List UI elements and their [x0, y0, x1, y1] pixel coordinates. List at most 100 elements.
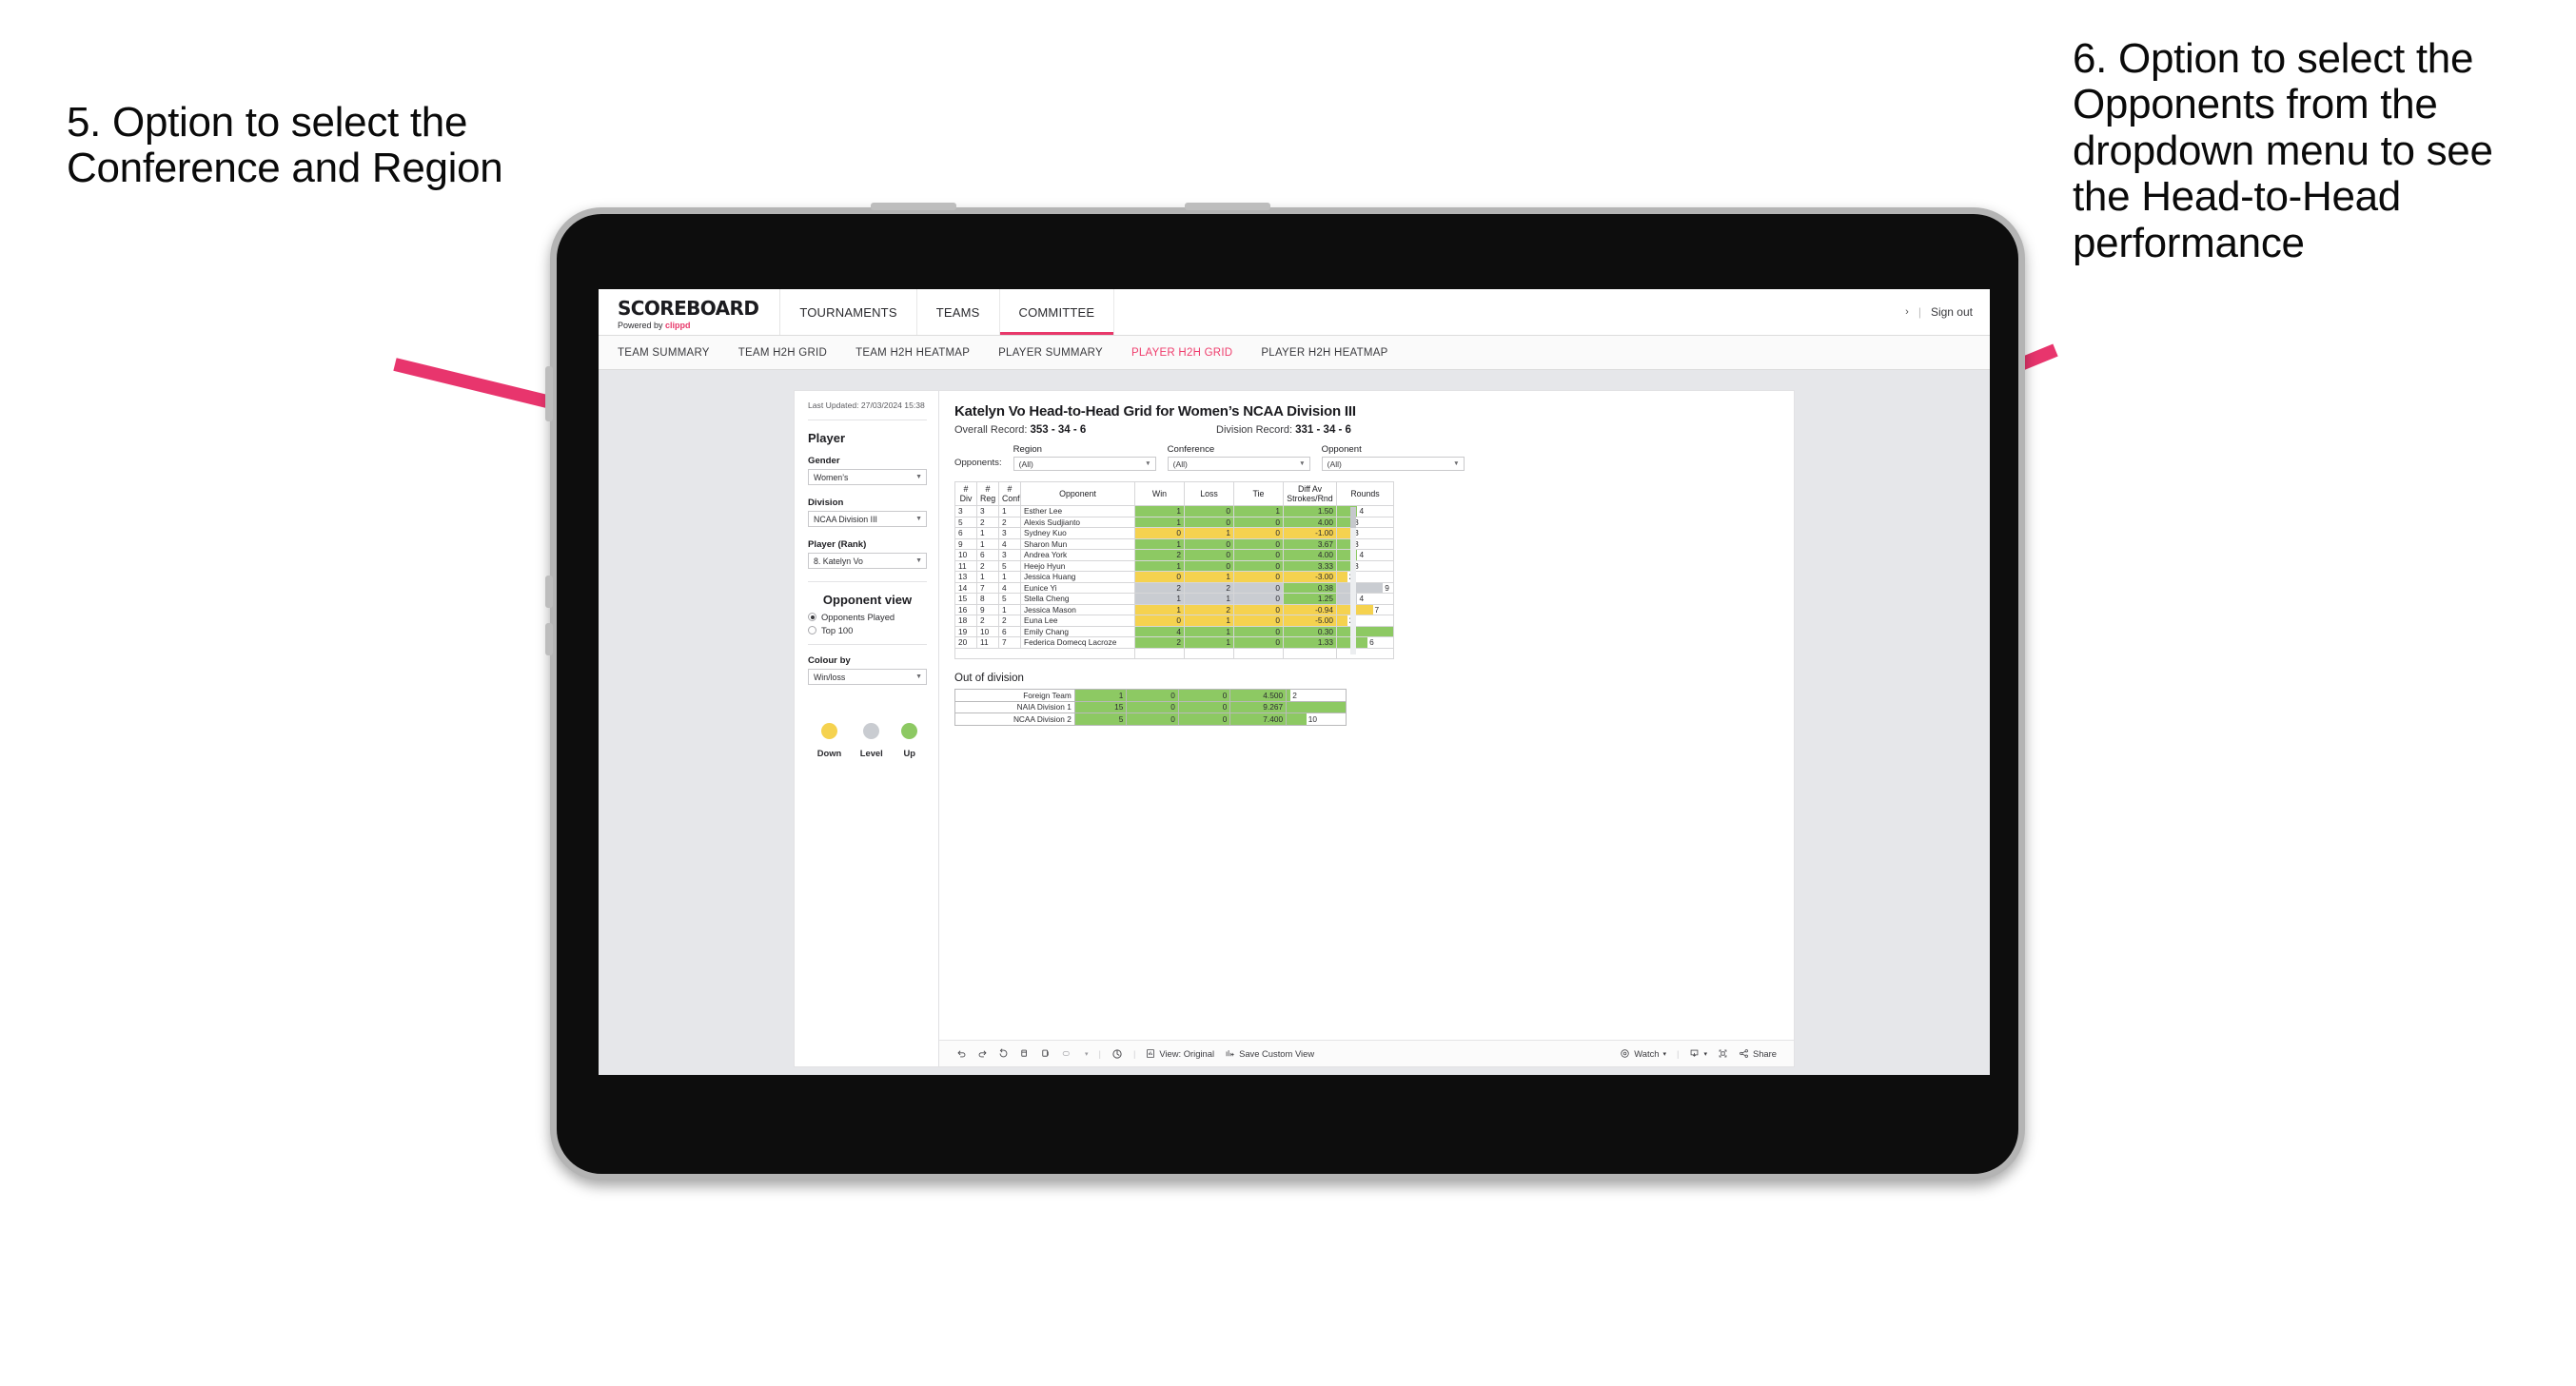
cell-loss: 0 [1184, 559, 1234, 572]
col-header-diff[interactable]: Diff Av Strokes/Rnd [1283, 481, 1337, 506]
col-header-conf[interactable]: # Conf [998, 481, 1021, 506]
fullscreen-icon[interactable] [1718, 1048, 1728, 1059]
chevron-right-icon[interactable]: › [1905, 306, 1909, 318]
table-row[interactable]: 1311Jessica Huang010-3.002 [954, 571, 1394, 583]
pause-dropdown-caret[interactable]: ▾ [1085, 1050, 1089, 1058]
table-row[interactable]: 3 3 1 Esther Lee 1 0 1 1.50 4 [954, 505, 1394, 517]
conference-filter-label: Conference [1167, 444, 1215, 455]
table-row[interactable]: 5 2 2 Alexis Sudjianto 1 0 0 4.00 3 [954, 516, 1394, 528]
table-row[interactable]: 14 7 4 Eunice Yi 2 2 0 0.38 9 [954, 581, 1394, 594]
out-of-division-row[interactable]: NCAA Division 2 5 0 0 7.400 10 [954, 713, 1347, 726]
legend-dot-level [863, 723, 880, 740]
opponents-filter-label: Opponents: [954, 458, 1002, 468]
pause-auto-update-icon[interactable] [1061, 1048, 1074, 1059]
undo-icon[interactable] [956, 1048, 967, 1059]
nav-item-committee[interactable]: COMMITTEE [999, 289, 1115, 335]
radio-top-100[interactable]: Top 100 [808, 625, 927, 635]
out-of-division-row[interactable]: Foreign Team 1 0 0 4.500 2 [954, 689, 1347, 702]
chevron-down-icon: ▼ [1453, 460, 1460, 467]
table-row[interactable]: 11 2 5 Heejo Hyun 1 0 0 3.33 3 [954, 559, 1394, 572]
cell-reg: 6 [976, 549, 999, 561]
volume-up-button[interactable] [545, 576, 553, 608]
ood-cell-rounds: 30 [1286, 700, 1347, 713]
refresh-icon[interactable] [1019, 1048, 1030, 1059]
region-filter-select[interactable]: (All) ▼ [1013, 457, 1156, 471]
share-button[interactable]: Share [1739, 1048, 1777, 1059]
power-button[interactable] [545, 366, 553, 421]
rounds-value: 6 [1369, 637, 1374, 648]
volume-down-button[interactable] [545, 623, 553, 655]
highlight-icon[interactable] [1111, 1048, 1123, 1060]
cell-opponent: Sydney Kuo [1020, 527, 1135, 539]
table-row[interactable]: 10 6 3 Andrea York 2 0 0 4.00 4 [954, 549, 1394, 561]
rounds-value: 11 [1393, 627, 1394, 636]
table-row[interactable]: 20 11 7 Federica Domecq Lacroze 2 1 0 1.33 6 [954, 636, 1394, 649]
conference-filter-select[interactable]: (All) ▼ [1167, 457, 1310, 471]
col-header-tie[interactable]: Tie [1233, 481, 1284, 506]
tab-player-h2h-heatmap[interactable]: PLAYER H2H HEATMAP [1261, 347, 1387, 359]
col-header-reg[interactable]: # Reg [976, 481, 999, 506]
table-row[interactable]: 9 1 4 Sharon Mun 1 0 0 3.67 3 [954, 537, 1394, 550]
watch-caret: ▾ [1662, 1050, 1667, 1058]
download-icon [1689, 1048, 1700, 1059]
cell-rounds: 4 [1336, 549, 1394, 561]
rounds-bar [1337, 582, 1384, 593]
legend-item-up: Up [901, 723, 918, 758]
cell-div: 16 [954, 603, 977, 615]
colour-by-select[interactable]: Win/loss ▼ [808, 669, 927, 686]
col-header-loss[interactable]: Loss [1184, 481, 1234, 506]
cell-reg: 1 [976, 571, 999, 583]
ood-cell-loss: 0 [1126, 713, 1179, 726]
col-header-div[interactable]: # Div [954, 481, 977, 506]
cell-tie: 0 [1233, 593, 1284, 605]
brand-title: SCOREBOARD [618, 297, 759, 320]
save-custom-view-button[interactable]: Save Custom View [1225, 1048, 1314, 1059]
nav-item-teams[interactable]: TEAMS [917, 289, 1000, 335]
table-row[interactable]: 1822Euna Lee010-5.002 [954, 615, 1394, 627]
colour-by-value: Win/loss [814, 672, 846, 682]
pause-refresh-icon[interactable] [1040, 1048, 1051, 1059]
table-row[interactable]: 15 8 5 Stella Cheng 1 1 0 1.25 4 [954, 593, 1394, 605]
cell-rounds: 3 [1336, 559, 1394, 572]
nav-item-tournaments[interactable]: TOURNAMENTS [780, 289, 917, 335]
tab-team-h2h-heatmap[interactable]: TEAM H2H HEATMAP [855, 347, 970, 359]
scrollbar-thumb[interactable] [1350, 507, 1356, 528]
opponent-filter-select[interactable]: (All) ▼ [1321, 457, 1465, 471]
sign-out-link[interactable]: Sign out [1931, 305, 1973, 319]
player-rank-select[interactable]: 8. Katelyn Vo ▼ [808, 553, 927, 570]
watch-button[interactable]: Watch ▾ [1620, 1048, 1666, 1059]
division-select[interactable]: NCAA Division III ▼ [808, 511, 927, 528]
radio-opponents-played[interactable]: Opponents Played [808, 612, 927, 622]
view-original-button[interactable]: View: Original [1146, 1048, 1214, 1059]
gender-select[interactable]: Women’s ▼ [808, 469, 927, 486]
table-empty-row [954, 647, 1394, 659]
brand-logo[interactable]: SCOREBOARD Powered by clippd [599, 289, 781, 335]
top-antenna-band [871, 203, 956, 210]
col-header-opponent[interactable]: Opponent [1020, 481, 1135, 506]
revert-icon[interactable] [998, 1048, 1009, 1059]
cell-tie: 0 [1233, 636, 1284, 649]
col-header-rounds[interactable]: Rounds [1336, 481, 1394, 506]
cell-conf: 2 [998, 516, 1021, 528]
tab-player-h2h-grid[interactable]: PLAYER H2H GRID [1131, 347, 1232, 359]
tab-team-summary[interactable]: TEAM SUMMARY [618, 347, 710, 359]
download-button[interactable]: ▾ [1689, 1048, 1707, 1059]
h2h-grid-table: # Div # Reg # Conf Opponent Win Loss Tie Di… [954, 481, 1394, 659]
cell-rounds: 3 [1336, 537, 1394, 550]
ood-cell-rounds: 10 [1286, 713, 1347, 726]
tab-team-h2h-grid[interactable]: TEAM H2H GRID [738, 347, 827, 359]
header-separator: | [1917, 305, 1921, 319]
col-header-win[interactable]: Win [1134, 481, 1185, 506]
grid-vertical-scrollbar[interactable] [1350, 507, 1356, 654]
cell-reg: 1 [976, 537, 999, 550]
out-of-division-row[interactable]: NAIA Division 115009.26730 [954, 700, 1347, 713]
col-div-bottom: Div [959, 494, 973, 503]
table-row[interactable]: 19106Emily Chang4100.3011 [954, 625, 1394, 637]
table-row[interactable]: 16 9 1 Jessica Mason 1 2 0 -0.94 7 [954, 603, 1394, 615]
ood-cell-rounds: 2 [1286, 689, 1347, 702]
cell-reg: 2 [976, 516, 999, 528]
tab-player-summary[interactable]: PLAYER SUMMARY [998, 347, 1103, 359]
table-row[interactable]: 6 1 3 Sydney Kuo 0 1 0 -1.00 3 [954, 527, 1394, 539]
ood-cell-name: Foreign Team [954, 689, 1075, 702]
redo-icon[interactable] [977, 1048, 988, 1059]
